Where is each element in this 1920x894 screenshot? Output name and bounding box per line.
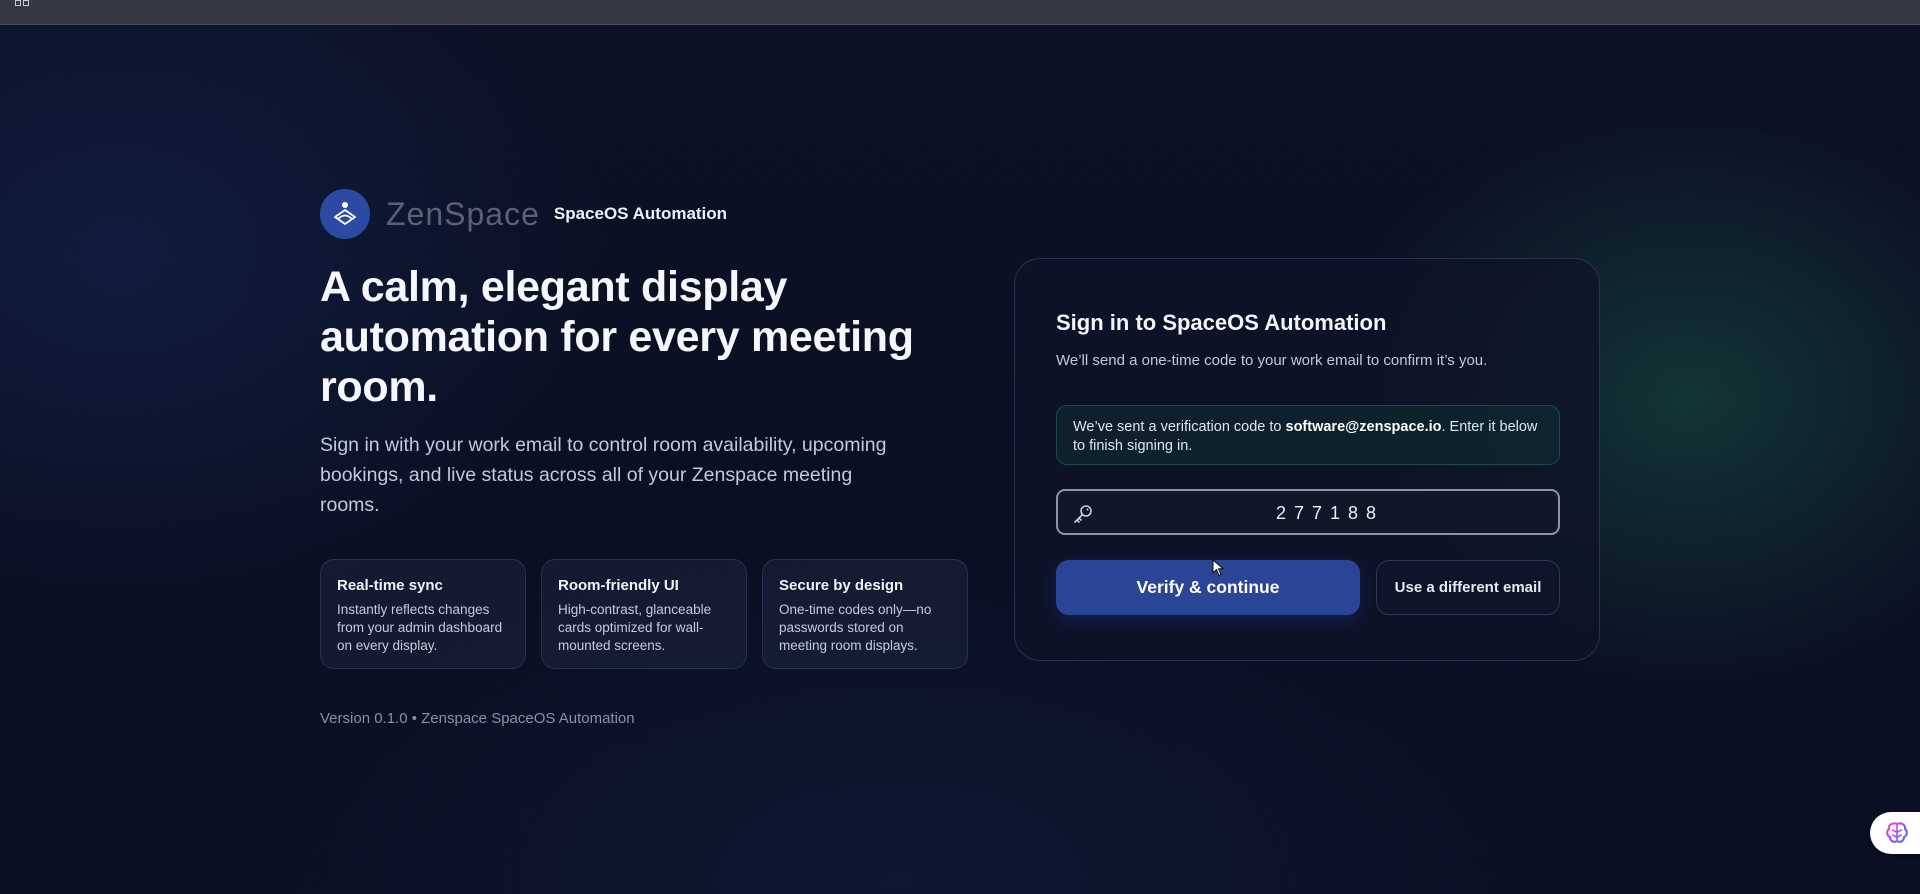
brain-icon (1886, 822, 1908, 843)
notice-email: software@zenspace.io (1285, 419, 1442, 435)
signin-card: Sign in to SpaceOS Automation We’ll send… (1014, 258, 1600, 661)
version-footer: Version 0.1.0 • Zenspace SpaceOS Automat… (320, 710, 635, 727)
hero-subcopy: Sign in with your work email to control … (320, 434, 887, 516)
feature-description: High-contrast, glanceable cards optimize… (558, 602, 712, 653)
feature-card-room-friendly-ui: Room-friendly UI High-contrast, glanceab… (541, 559, 747, 669)
key-icon (1074, 505, 1092, 523)
brand-header: ZenSpace SpaceOS Automation (320, 189, 727, 239)
feature-card-secure-by-design: Secure by design One-time codes only—no … (762, 559, 968, 669)
mouse-cursor-icon (1212, 559, 1224, 577)
feature-description: One-time codes only—no passwords stored … (779, 602, 932, 653)
signin-subtitle: We’ll send a one-time code to your work … (1056, 352, 1488, 369)
verification-code-field[interactable] (1056, 489, 1560, 535)
verification-notice: We’ve sent a verification code to softwa… (1056, 405, 1560, 465)
browser-toolbar (0, 0, 1920, 25)
verify-continue-button[interactable]: Verify & continue (1056, 560, 1360, 615)
zenspace-logo-icon (320, 189, 370, 239)
signin-title: Sign in to SpaceOS Automation (1056, 310, 1387, 335)
feature-card-realtime-sync: Real-time sync Instantly reflects change… (320, 559, 526, 669)
hero-headline: A calm, elegant display automation for e… (320, 263, 914, 411)
notice-prefix: We’ve sent a verification code to (1073, 419, 1286, 435)
verification-code-input[interactable] (1108, 491, 1552, 535)
product-name: SpaceOS Automation (553, 204, 728, 223)
grid-icon[interactable] (15, 0, 33, 10)
use-different-email-button[interactable]: Use a different email (1376, 560, 1560, 615)
feature-list: Real-time sync Instantly reflects change… (320, 559, 968, 669)
feature-title: Room-friendly UI (558, 577, 679, 594)
assistant-widget[interactable] (1870, 812, 1920, 854)
feature-title: Secure by design (779, 577, 904, 594)
brand-wordmark: ZenSpace (386, 195, 540, 232)
feature-description: Instantly reflects changes from your adm… (337, 602, 503, 653)
feature-title: Real-time sync (337, 577, 443, 594)
